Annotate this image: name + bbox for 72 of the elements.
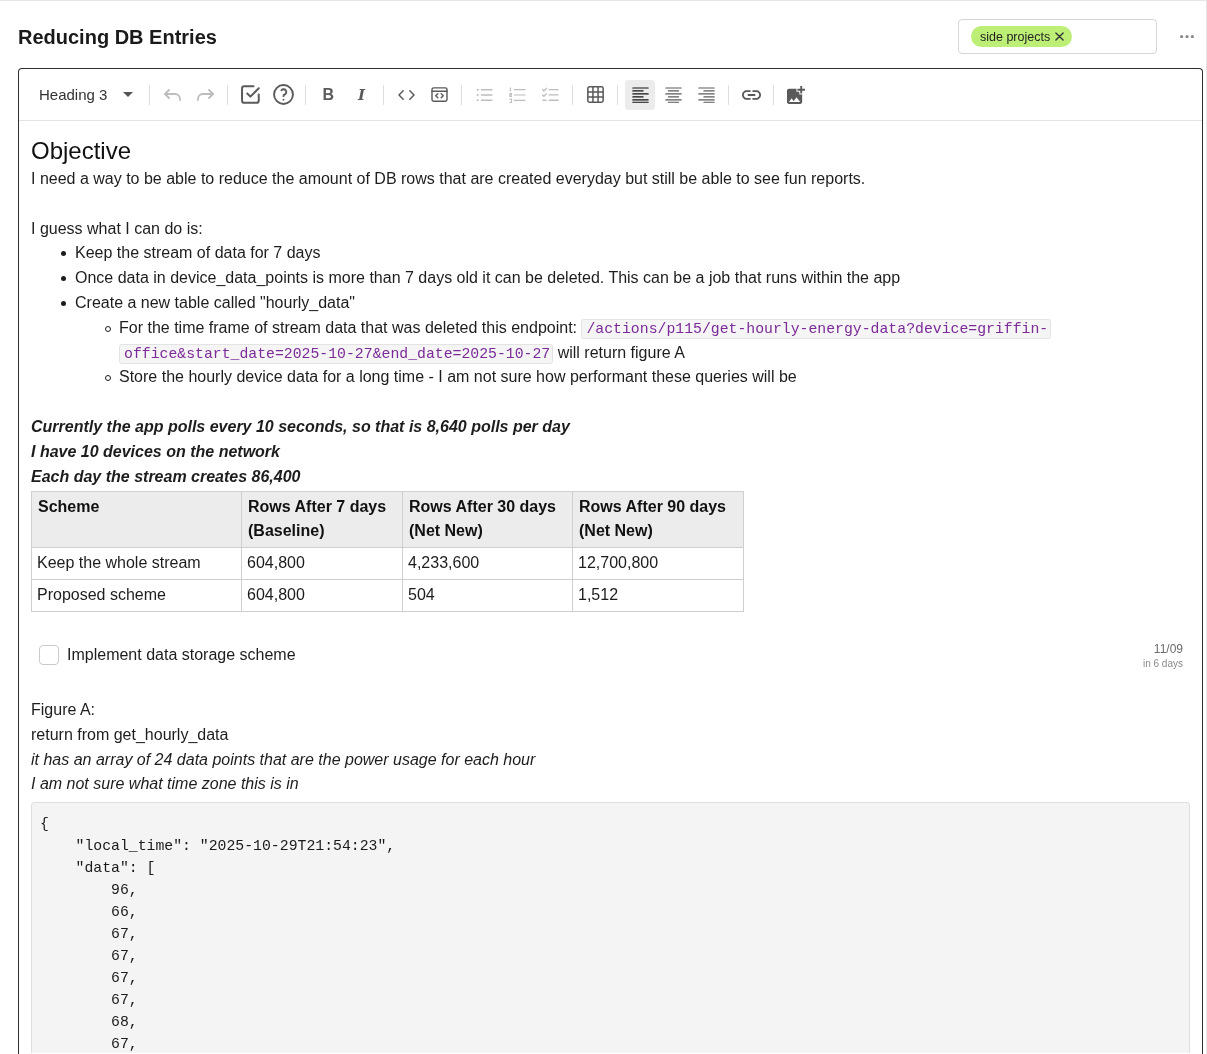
table-header-cell: Rows After 7 days (Baseline) bbox=[241, 491, 403, 548]
undo-icon bbox=[163, 88, 181, 101]
code-line: 96, bbox=[110, 882, 138, 899]
more-icon[interactable] bbox=[1180, 34, 1194, 39]
close-icon[interactable] bbox=[1055, 32, 1065, 41]
paragraph-text: Currently the app polls every 10 seconds, so that is 8,640 polls per day bbox=[31, 416, 572, 437]
code-line: "data": [ bbox=[74, 860, 156, 877]
code-block-icon bbox=[430, 87, 448, 102]
help-icon bbox=[272, 84, 294, 105]
tag-chip[interactable]: side projects bbox=[971, 26, 1073, 47]
numbered-list-icon bbox=[508, 86, 526, 103]
task-label: Implement data storage scheme bbox=[67, 644, 297, 665]
checklist-icon bbox=[541, 87, 559, 102]
paragraph-text: I am not sure what time zone this is in bbox=[31, 774, 300, 795]
table-cell: 504 bbox=[402, 579, 573, 612]
table-header-cell: Rows After 90 days (Net New) bbox=[572, 491, 744, 548]
table-cell: 1,512 bbox=[572, 579, 744, 612]
inline-code: office&start_date=2025-10-27&end_date=2025-10-27 bbox=[119, 343, 554, 364]
code-line: { bbox=[40, 816, 49, 833]
align-right-icon bbox=[697, 86, 715, 103]
redo-icon bbox=[196, 88, 214, 101]
section-heading: Objective bbox=[31, 136, 133, 166]
table-cell: Keep the whole stream bbox=[31, 547, 242, 580]
list-item-text: Keep the stream of data for 7 days bbox=[75, 243, 322, 264]
paragraph-text: I need a way to be able to reduce the amount of DB rows that are created everyday but still be able to see fun reports. bbox=[31, 169, 867, 189]
paragraph-text: Each day the stream creates 86,400 bbox=[31, 466, 302, 487]
paragraph-text: Figure A: bbox=[31, 699, 97, 720]
bullet-icon bbox=[61, 251, 66, 257]
code-line: 67, bbox=[110, 926, 138, 943]
paragraph-text: it has an array of 24 data points that are the power usage for each hour bbox=[31, 749, 537, 770]
paragraph-text: I have 10 devices on the network bbox=[31, 441, 281, 462]
table-icon bbox=[586, 86, 604, 103]
code-line: 67, bbox=[110, 948, 138, 965]
table-cell: Proposed scheme bbox=[31, 579, 242, 612]
list-item-text: Once data in device_data_points is more than 7 days old it can be deleted. This can be a job that runs within the app bbox=[75, 268, 902, 289]
code-line: 68, bbox=[110, 1014, 138, 1031]
page-title: Reducing DB Entries bbox=[18, 24, 218, 49]
bullet-icon bbox=[61, 301, 66, 306]
list-item-text: For the time frame of stream data that was deleted this endpoint: /actions/p115/get-hourly-energy-data?device=griffin- office&start_date=2025-10-27&end_date=2025-10-27 will return figure A bbox=[119, 315, 1190, 366]
code-line: 67, bbox=[110, 992, 138, 1009]
task-checkbox[interactable] bbox=[39, 645, 59, 666]
code-icon bbox=[397, 89, 415, 100]
checkbox-tick-icon bbox=[240, 85, 260, 104]
caret-icon bbox=[123, 92, 134, 97]
align-left-button[interactable] bbox=[625, 79, 656, 110]
bullet-list-icon bbox=[475, 87, 493, 102]
code-line: 67, bbox=[110, 1036, 138, 1053]
image-plus-icon bbox=[787, 85, 806, 104]
paragraph-text: I guess what I can do is: bbox=[31, 218, 204, 239]
align-center-icon bbox=[664, 86, 682, 103]
due-relative-text: in 6 days bbox=[1142, 656, 1183, 670]
table-cell: 604,800 bbox=[241, 547, 403, 580]
block-style-dropdown[interactable]: Heading 3 bbox=[33, 79, 139, 110]
paragraph-text: return from get_hourly_data bbox=[31, 724, 230, 745]
tag-input-field[interactable]: side projects bbox=[958, 19, 1157, 54]
bold-button[interactable]: B bbox=[313, 79, 344, 110]
due-date: 11/09 bbox=[1153, 641, 1183, 657]
list-item-text: Create a new table called "hourly_data" bbox=[75, 293, 356, 313]
code-line: 66, bbox=[110, 904, 138, 921]
table-header-cell: Rows After 30 days (Net New) bbox=[402, 491, 573, 548]
inline-code: /actions/p115/get-hourly-energy-data?device=griffin- bbox=[581, 318, 1052, 339]
list-item-text: Store the hourly device data for a long time - I am not sure how performant these queries will be bbox=[119, 367, 798, 388]
table-header-cell: Scheme bbox=[31, 491, 242, 548]
italic-button[interactable]: I bbox=[346, 79, 377, 110]
link-icon bbox=[741, 89, 761, 100]
bullet-icon bbox=[61, 276, 66, 282]
code-line: 67, bbox=[110, 970, 138, 987]
align-left-icon bbox=[631, 86, 649, 103]
table-cell: 12,700,800 bbox=[572, 547, 744, 580]
table-cell: 4,233,600 bbox=[402, 547, 573, 580]
table-cell: 604,800 bbox=[241, 579, 403, 612]
code-line: "local_time": "2025-10-29T21:54:23", bbox=[74, 838, 396, 855]
